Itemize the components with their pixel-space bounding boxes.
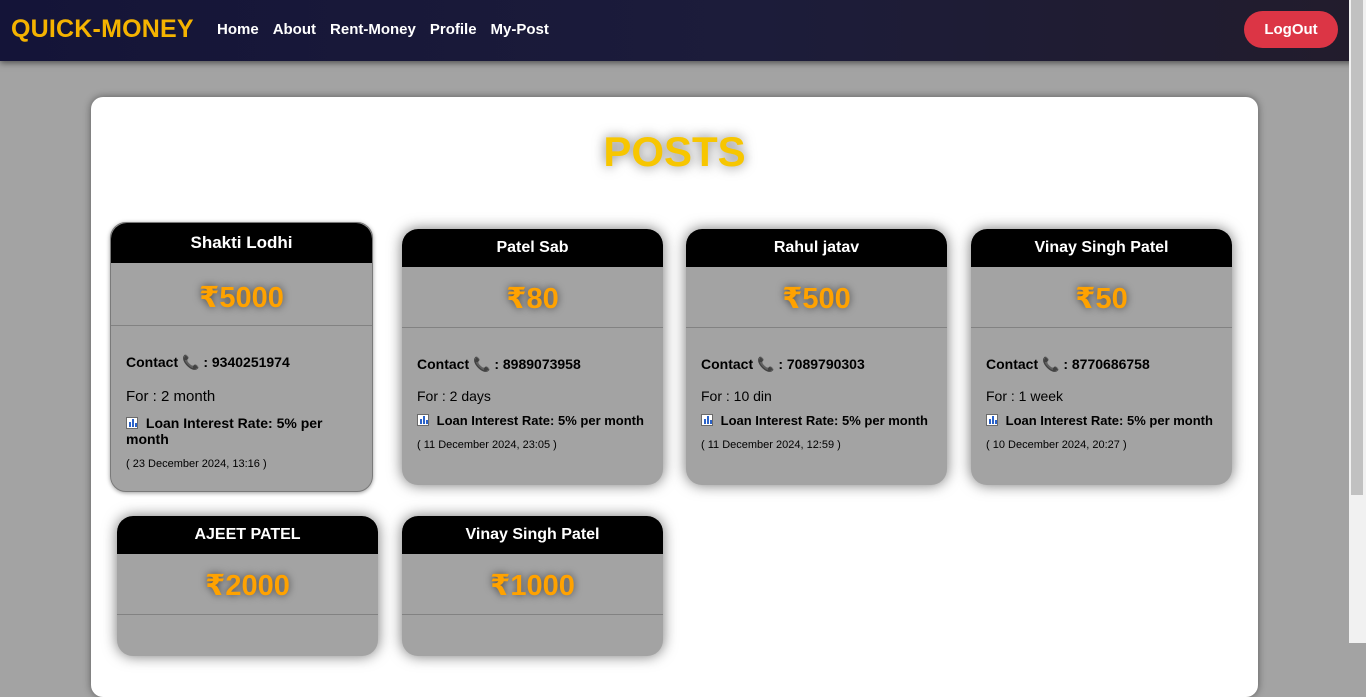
phone-icon: 📞 bbox=[473, 356, 491, 372]
post-card-body: Contact 📞 : 7089790303 For : 10 din Loan… bbox=[686, 328, 947, 451]
post-card-amount: ₹80 bbox=[402, 267, 663, 328]
post-card-date: ( 11 December 2024, 23:05 ) bbox=[417, 439, 557, 451]
post-card-amount: ₹2000 bbox=[117, 554, 378, 615]
contact-label: Contact bbox=[126, 354, 179, 370]
rate-label: Loan Interest Rate: bbox=[145, 415, 273, 431]
brand-logo[interactable]: QUICK-MONEY bbox=[11, 15, 194, 44]
top-navbar: QUICK-MONEY Home About Rent-Money Profil… bbox=[0, 0, 1366, 61]
page-title: POSTS bbox=[603, 128, 746, 175]
post-card[interactable]: Vinay Singh Patel ₹1000 bbox=[402, 516, 663, 656]
nav-link-my-post[interactable]: My-Post bbox=[491, 21, 549, 38]
page-scrollbar[interactable] bbox=[1349, 0, 1366, 643]
post-card[interactable]: AJEET PATEL ₹2000 bbox=[117, 516, 378, 656]
post-card-duration: For : 2 days bbox=[417, 388, 491, 404]
post-card-duration: For : 1 week bbox=[986, 388, 1064, 404]
post-card[interactable]: Patel Sab ₹80 Contact 📞 : 8989073958 For… bbox=[402, 229, 663, 485]
bar-chart-icon bbox=[126, 417, 138, 429]
post-card-body: Contact 📞 : 8770686758 For : 1 week Loan… bbox=[971, 328, 1232, 451]
contact-number[interactable]: : 8770686758 bbox=[1063, 356, 1149, 372]
post-card-contact: Contact 📞 : 9340251974 bbox=[126, 354, 357, 371]
scrollbar-thumb[interactable] bbox=[1351, 0, 1363, 495]
post-card-name: AJEET PATEL bbox=[117, 516, 378, 554]
post-card-contact: Contact 📞 : 7089790303 bbox=[701, 356, 932, 373]
rate-label: Loan Interest Rate: bbox=[436, 413, 555, 428]
nav-link-rent-money[interactable]: Rent-Money bbox=[330, 21, 416, 38]
post-card-contact: Contact 📞 : 8770686758 bbox=[986, 356, 1217, 373]
contact-number[interactable]: : 8989073958 bbox=[494, 356, 580, 372]
post-card-contact: Contact 📞 : 8989073958 bbox=[417, 356, 648, 373]
post-card-amount: ₹50 bbox=[971, 267, 1232, 328]
phone-icon: 📞 bbox=[1042, 356, 1060, 372]
post-card-date: ( 10 December 2024, 20:27 ) bbox=[986, 439, 1127, 451]
post-card-amount: ₹5000 bbox=[111, 263, 372, 326]
post-card[interactable]: Shakti Lodhi ₹5000 Contact 📞 : 934025197… bbox=[110, 222, 373, 492]
post-card-rate: Loan Interest Rate: 5% per month bbox=[126, 415, 357, 447]
logout-button[interactable]: LogOut bbox=[1244, 11, 1338, 48]
rate-label: Loan Interest Rate: bbox=[1005, 413, 1124, 428]
nav-link-about[interactable]: About bbox=[273, 21, 316, 38]
phone-icon: 📞 bbox=[182, 354, 200, 370]
post-card-amount: ₹1000 bbox=[402, 554, 663, 615]
post-card-rate: Loan Interest Rate: 5% per month bbox=[417, 413, 648, 428]
post-card-date: ( 23 December 2024, 13:16 ) bbox=[126, 458, 267, 470]
contact-label: Contact bbox=[986, 356, 1039, 372]
post-card-name: Vinay Singh Patel bbox=[971, 229, 1232, 267]
post-card-amount: ₹500 bbox=[686, 267, 947, 328]
post-card[interactable]: Vinay Singh Patel ₹50 Contact 📞 : 877068… bbox=[971, 229, 1232, 485]
post-card-rate: Loan Interest Rate: 5% per month bbox=[986, 413, 1217, 428]
post-card-name: Shakti Lodhi bbox=[111, 223, 372, 263]
bar-chart-icon bbox=[986, 414, 998, 426]
nav-link-profile[interactable]: Profile bbox=[430, 21, 477, 38]
post-card-body: Contact 📞 : 8989073958 For : 2 days Loan… bbox=[402, 328, 663, 451]
contact-number[interactable]: : 7089790303 bbox=[778, 356, 864, 372]
nav-link-home[interactable]: Home bbox=[217, 21, 259, 38]
contact-label: Contact bbox=[701, 356, 754, 372]
post-card-body: Contact 📞 : 9340251974 For : 2 month Loa… bbox=[111, 326, 372, 470]
post-card[interactable]: Rahul jatav ₹500 Contact 📞 : 7089790303 … bbox=[686, 229, 947, 485]
rate-value: 5% per month bbox=[1127, 413, 1213, 428]
contact-number[interactable]: : 9340251974 bbox=[203, 354, 289, 370]
post-card-rate: Loan Interest Rate: 5% per month bbox=[701, 413, 932, 428]
post-card-name: Vinay Singh Patel bbox=[402, 516, 663, 554]
rate-value: 5% per month bbox=[842, 413, 928, 428]
post-card-name: Rahul jatav bbox=[686, 229, 947, 267]
contact-label: Contact bbox=[417, 356, 470, 372]
post-card-duration: For : 10 din bbox=[701, 388, 772, 404]
post-card-name: Patel Sab bbox=[402, 229, 663, 267]
bar-chart-icon bbox=[417, 414, 429, 426]
rate-label: Loan Interest Rate: bbox=[720, 413, 839, 428]
nav-links: Home About Rent-Money Profile My-Post bbox=[217, 21, 563, 38]
post-card-date: ( 11 December 2024, 12:59 ) bbox=[701, 439, 841, 451]
rate-value: 5% per month bbox=[558, 413, 644, 428]
bar-chart-icon bbox=[701, 414, 713, 426]
phone-icon: 📞 bbox=[757, 356, 775, 372]
post-card-duration: For : 2 month bbox=[126, 388, 216, 405]
